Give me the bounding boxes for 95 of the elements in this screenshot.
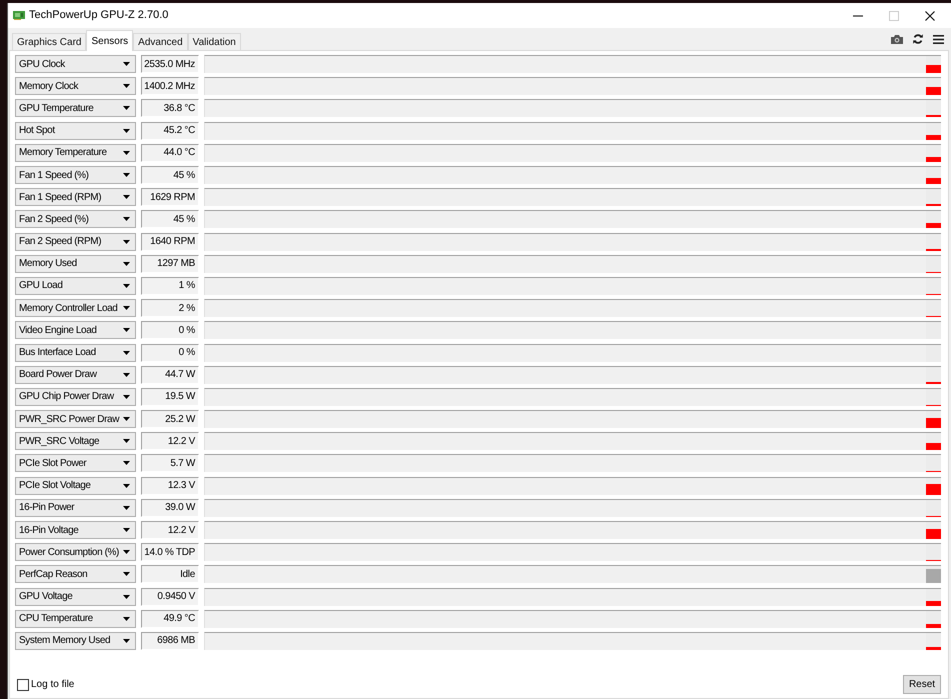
sensor-reading: 1400.2 MHz: [141, 77, 199, 96]
log-checkbox[interactable]: [17, 678, 29, 690]
checkbox-label[interactable]: Log to file: [31, 677, 74, 692]
sensor-reading: 45 %: [141, 166, 199, 184]
caret-icon: [123, 506, 130, 510]
sensor-reading: 5.7 W: [141, 454, 199, 472]
sensor-reading: 2 %: [141, 299, 199, 318]
sensor-dropdown[interactable]: Memory Clock: [15, 77, 136, 96]
sensor-dropdown[interactable]: Memory Used: [15, 254, 136, 273]
caret-icon: [123, 328, 130, 332]
sensor-dropdown[interactable]: Power Consumption (%): [15, 543, 136, 562]
caret-icon: [123, 394, 130, 399]
sensor-reading: 2535.0 MHz: [141, 55, 199, 74]
caret-icon: [123, 550, 130, 554]
sensor-reading: 19.5 W: [141, 388, 199, 406]
caret-icon: [123, 306, 130, 310]
sensor-reading: 25.2 W: [141, 410, 199, 428]
tab[interactable]: Sensors: [86, 30, 134, 51]
caret-icon: [123, 150, 130, 155]
sensor-dropdown[interactable]: System Memory Used: [15, 632, 136, 650]
caret-icon: [123, 173, 130, 178]
sensor-reading: 1640 RPM: [141, 232, 199, 251]
caret-icon: [123, 572, 130, 576]
reset-button[interactable]: Reset: [903, 675, 941, 694]
sensor-dropdown[interactable]: Bus Interface Load: [15, 344, 136, 362]
tab[interactable]: Graphics Card: [12, 33, 86, 50]
caret-icon: [123, 62, 130, 66]
sensor-dropdown[interactable]: PWR_SRC Power Draw: [15, 410, 136, 428]
close-icon: [925, 10, 935, 20]
sensor-dropdown[interactable]: 16-Pin Voltage: [15, 521, 136, 540]
sensor-reading: 0.9450 V: [141, 588, 199, 606]
caret-icon: [123, 284, 130, 288]
sensor-dropdown[interactable]: GPU Chip Power Draw: [15, 388, 136, 406]
sensor-reading: 44.0 °C: [141, 144, 199, 162]
sensor-dropdown[interactable]: CPU Temperature: [15, 610, 136, 628]
caret-icon: [123, 484, 130, 488]
caret-icon: [123, 262, 130, 266]
sensor-reading: 1297 MB: [141, 254, 199, 273]
sensor-reading: 12.2 V: [141, 432, 199, 450]
sensor-reading: 6986 MB: [141, 632, 199, 650]
sensor-dropdown[interactable]: Fan 1 Speed (RPM): [15, 188, 136, 206]
sensor-reading: Idle: [141, 565, 199, 584]
sensor-dropdown[interactable]: PCIe Slot Power: [15, 454, 136, 472]
caret-icon: [123, 372, 130, 377]
window-title: TechPowerUp GPU-Z 2.70.0: [29, 8, 168, 24]
sensor-dropdown[interactable]: Memory Temperature: [15, 144, 136, 162]
sensor-reading: 49.9 °C: [141, 610, 199, 628]
sensor-reading: 14.0 % TDP: [141, 543, 199, 562]
refresh-icon[interactable]: [913, 34, 923, 44]
caret-icon: [123, 417, 130, 422]
caret-icon: [123, 106, 130, 110]
sensor-reading: 36.8 °C: [141, 99, 199, 118]
sensor-reading: 0 %: [141, 321, 199, 340]
caret-icon: [123, 528, 130, 532]
caret-icon: [123, 439, 130, 444]
sensor-reading: 44.7 W: [141, 366, 199, 384]
sensor-dropdown[interactable]: Memory Controller Load: [15, 299, 136, 318]
sensor-dropdown[interactable]: GPU Voltage: [15, 588, 136, 606]
tab[interactable]: Advanced: [133, 33, 188, 50]
sensor-dropdown[interactable]: Hot Spot: [15, 122, 136, 140]
sensor-reading: 12.3 V: [141, 476, 199, 495]
graphics-card-icon: [13, 11, 25, 20]
sensor-reading: 39.0 W: [141, 498, 199, 517]
sensor-dropdown[interactable]: PCIe Slot Voltage: [15, 476, 136, 495]
sensor-dropdown[interactable]: GPU Load: [15, 276, 136, 295]
sensor-dropdown[interactable]: Fan 2 Speed (RPM): [15, 232, 136, 251]
sensor-dropdown[interactable]: Fan 2 Speed (%): [15, 210, 136, 228]
caret-icon: [123, 84, 130, 88]
sensor-dropdown[interactable]: Fan 1 Speed (%): [15, 166, 136, 184]
caret-icon: [123, 594, 130, 599]
maximize-icon: [889, 10, 899, 20]
sensor-dropdown[interactable]: 16-Pin Power: [15, 498, 136, 517]
sensor-dropdown[interactable]: GPU Clock: [15, 55, 136, 74]
caret-icon: [123, 128, 130, 133]
sensor-reading: 1629 RPM: [141, 188, 199, 206]
caret-icon: [123, 350, 130, 355]
menu-icon[interactable]: [933, 34, 944, 44]
caret-icon: [123, 638, 130, 643]
sensor-dropdown[interactable]: PWR_SRC Voltage: [15, 432, 136, 450]
caret-icon: [123, 217, 130, 222]
sensor-dropdown[interactable]: Board Power Draw: [15, 366, 136, 384]
sensor-reading: 45 %: [141, 210, 199, 228]
caret-icon: [123, 195, 130, 200]
caret-icon: [123, 240, 130, 244]
sensor-reading: 0 %: [141, 344, 199, 362]
camera-icon[interactable]: [891, 34, 903, 44]
caret-icon: [123, 616, 130, 621]
sensor-reading: 1 %: [141, 276, 199, 295]
sensor-reading: 12.2 V: [141, 521, 199, 540]
sensor-dropdown[interactable]: PerfCap Reason: [15, 565, 136, 584]
tab[interactable]: Validation: [188, 33, 241, 50]
sensor-dropdown[interactable]: GPU Temperature: [15, 99, 136, 118]
sensor-reading: 45.2 °C: [141, 122, 199, 140]
caret-icon: [123, 461, 130, 466]
sensor-dropdown[interactable]: Video Engine Load: [15, 321, 136, 340]
